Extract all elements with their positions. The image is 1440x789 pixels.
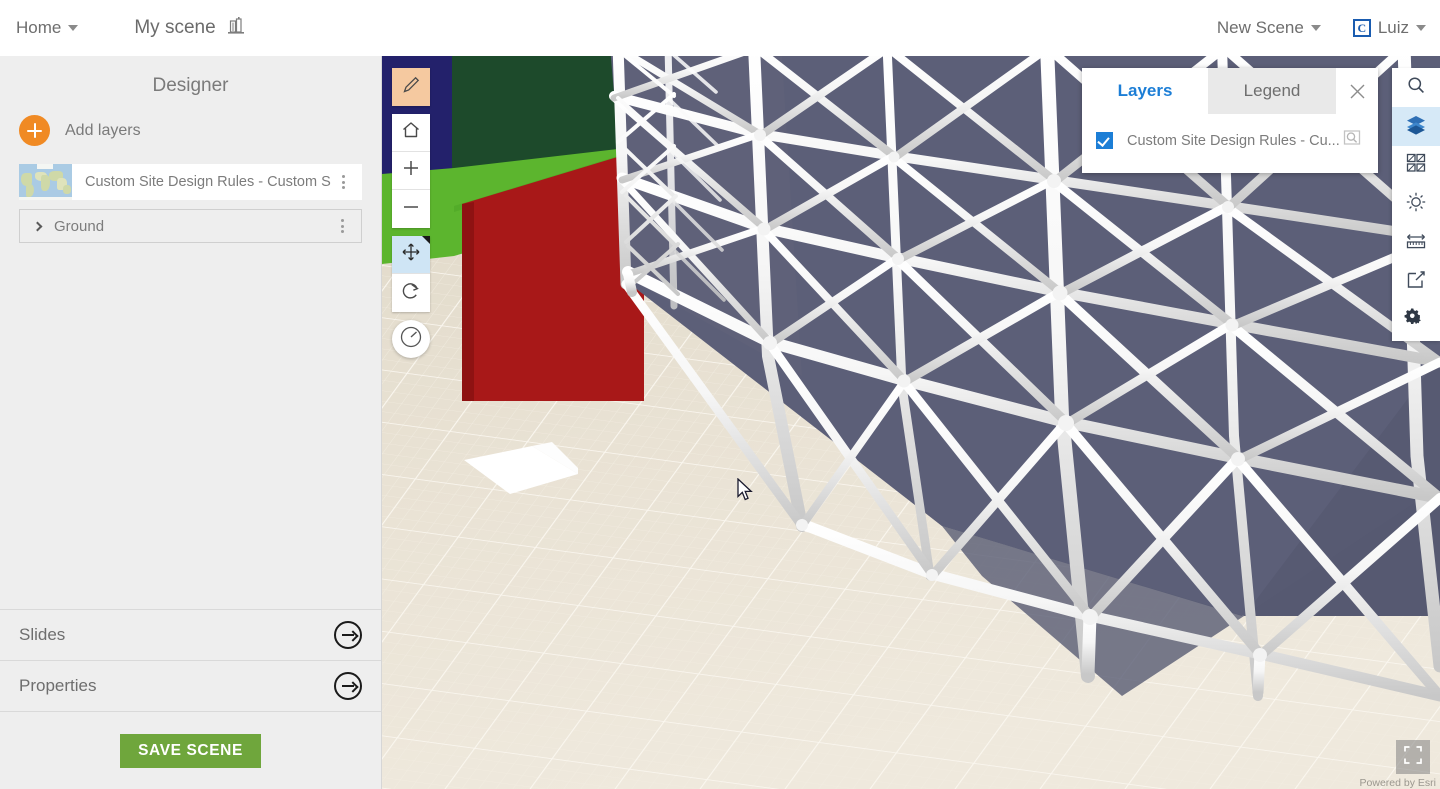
sidebar-item-label: Slides: [19, 625, 66, 644]
search-icon: [1405, 74, 1427, 101]
share-button[interactable]: [1392, 263, 1440, 302]
panel-spacer: [0, 243, 381, 609]
plus-icon: [400, 157, 422, 184]
layers-stack-icon: [1404, 112, 1428, 141]
pencil-icon: [400, 74, 422, 101]
close-icon[interactable]: [1336, 68, 1378, 114]
list-item-label: Custom Site Design Rules - Cu...: [1127, 132, 1340, 149]
daylight-button[interactable]: [1392, 185, 1440, 224]
panel-title: Designer: [152, 75, 229, 96]
layer-visibility-checkbox[interactable]: [1096, 132, 1113, 149]
chevron-right-icon[interactable]: [20, 221, 54, 231]
fullscreen-button[interactable]: [1396, 740, 1430, 774]
rotate-tool[interactable]: [392, 274, 430, 312]
edit-tool[interactable]: [392, 68, 430, 106]
plus-circle-icon: [19, 115, 50, 146]
zoom-to-layer-icon[interactable]: [1342, 128, 1368, 153]
chevron-down-icon: [68, 25, 79, 31]
compass-tool[interactable]: [392, 320, 430, 358]
designer-layer-list: Custom Site Design Rules - Custom Si... …: [19, 164, 362, 243]
header-left-group: Home My scene: [0, 14, 245, 42]
arrow-right-circle-icon[interactable]: [334, 621, 362, 649]
home-menu-label: Home: [16, 18, 62, 37]
designer-panel: Designer Add layers Custom Site Design R…: [0, 56, 382, 789]
popup-tab-bar: Layers Legend: [1082, 68, 1378, 114]
pan-arrows-icon: [400, 241, 422, 268]
attribution-text: Powered by Esri: [1359, 777, 1436, 789]
buildings-icon: [227, 16, 245, 41]
sun-icon: [1404, 190, 1428, 219]
basemap-gallery-icon: [1405, 152, 1427, 179]
view-widget-bar: [1392, 68, 1440, 341]
user-menu[interactable]: C Luiz: [1352, 18, 1426, 38]
sidebar-item-label: Properties: [19, 676, 97, 695]
zoom-out-tool[interactable]: [392, 190, 430, 228]
fullscreen-expand-icon: [1403, 745, 1423, 770]
sidebar-item-slides[interactable]: Slides: [0, 609, 381, 660]
list-item-label: Ground: [54, 217, 105, 235]
tab-layers[interactable]: Layers: [1082, 68, 1209, 114]
search-button[interactable]: [1392, 68, 1440, 107]
scene-viewer-app: Home My scene New Scene C Luiz Designer …: [0, 0, 1440, 789]
zoom-in-tool[interactable]: [392, 152, 430, 190]
layers-button[interactable]: [1392, 107, 1440, 146]
save-scene-container: SAVE SCENE: [0, 711, 381, 789]
measure-ruler-icon: [1404, 230, 1428, 257]
tool-options-corner-icon[interactable]: [422, 236, 430, 244]
layers-legend-popup: Layers Legend Custom Site Design Rules -…: [1082, 68, 1378, 173]
add-layers-label: Add layers: [65, 121, 141, 139]
pan-rotate-tool-group: [392, 236, 430, 312]
kebab-menu-icon[interactable]: [331, 175, 356, 189]
popup-layer-list: Custom Site Design Rules - Cu...: [1082, 114, 1378, 173]
app-header: Home My scene New Scene C Luiz: [0, 0, 1440, 56]
chevron-down-icon: [1310, 25, 1321, 31]
pan-tool[interactable]: [392, 236, 430, 274]
arrow-right-circle-icon[interactable]: [334, 672, 362, 700]
new-scene-menu[interactable]: New Scene: [1211, 14, 1327, 42]
gears-icon: [1404, 307, 1428, 336]
scene-title[interactable]: My scene: [134, 16, 244, 41]
chevron-down-icon: [1416, 25, 1426, 31]
list-item[interactable]: Custom Site Design Rules - Custom Si...: [19, 164, 362, 200]
settings-button[interactable]: [1392, 302, 1440, 341]
save-scene-button[interactable]: SAVE SCENE: [120, 733, 261, 768]
home-menu[interactable]: Home: [10, 14, 84, 42]
measure-button[interactable]: [1392, 224, 1440, 263]
world-map-thumbnail: [19, 164, 72, 200]
add-layers-button[interactable]: Add layers: [0, 111, 381, 146]
sidebar-item-properties[interactable]: Properties: [0, 660, 381, 711]
list-item-label: Custom Site Design Rules - Custom Si...: [85, 174, 332, 190]
list-item-ground[interactable]: Ground: [19, 209, 362, 243]
navigation-tool-group: [392, 114, 430, 228]
home-tool[interactable]: [392, 114, 430, 152]
kebab-menu-icon[interactable]: [329, 219, 355, 233]
new-scene-label: New Scene: [1216, 18, 1304, 37]
basemap-button[interactable]: [1392, 146, 1440, 185]
rotate-icon: [400, 280, 422, 307]
share-arrow-icon: [1405, 269, 1427, 296]
header-right-group: New Scene C Luiz: [1211, 14, 1440, 42]
minus-icon: [400, 196, 422, 223]
tab-legend[interactable]: Legend: [1208, 68, 1336, 114]
home-icon: [400, 119, 422, 146]
scene-title-label: My scene: [134, 17, 216, 38]
scene-3d-view[interactable]: Layers Legend Custom Site Design Rules -…: [382, 56, 1440, 789]
compass-icon: [398, 324, 424, 355]
avatar: C: [1352, 19, 1371, 37]
view-tools: [392, 68, 430, 358]
user-name-label: Luiz: [1377, 18, 1409, 37]
